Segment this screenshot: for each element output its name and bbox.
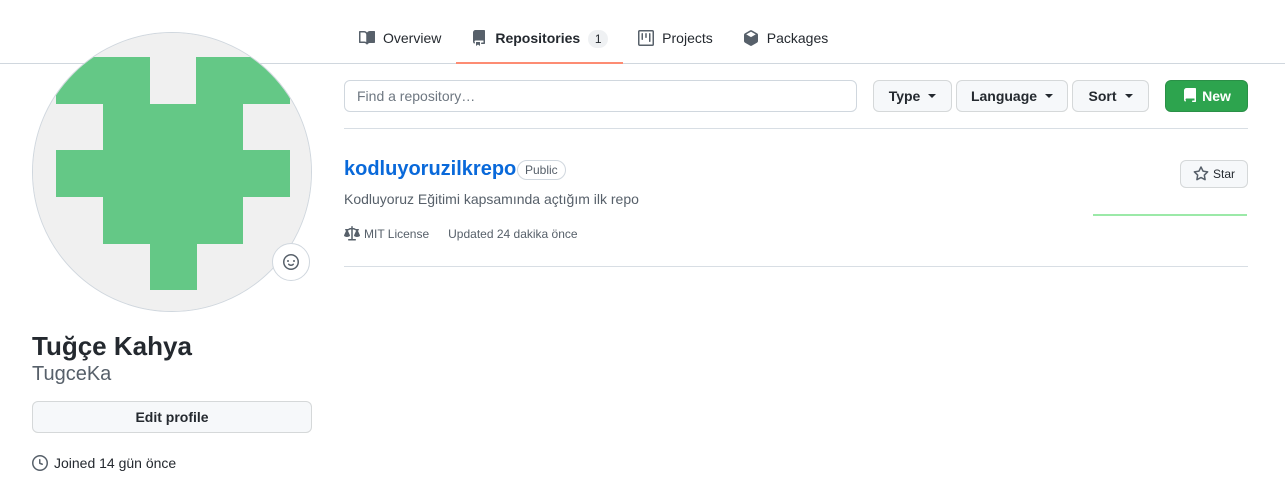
avatar[interactable] [32, 32, 312, 312]
profile-fullname: Tuğçe Kahya [32, 331, 192, 361]
repo-icon [473, 30, 486, 46]
new-repo-button[interactable]: New [1165, 80, 1248, 112]
joined-label: Joined 14 gün önce [54, 455, 177, 471]
star-label: Star [1212, 167, 1235, 181]
tab-overview[interactable]: Overview [344, 14, 456, 63]
type-filter-label: Type [888, 88, 921, 104]
project-icon [638, 30, 655, 46]
book-icon [359, 30, 375, 45]
sort-label: Sort [1088, 88, 1117, 104]
updated-label: Updated 24 dakika önce [448, 227, 578, 241]
divider [344, 266, 1248, 267]
package-icon [743, 30, 758, 46]
repo-count-badge: 1 [588, 30, 609, 48]
joined-date: Joined 14 gün önce [32, 455, 176, 471]
chevron-down-icon [1124, 94, 1133, 98]
profile-username: TugceKa [32, 363, 112, 385]
tab-list: Overview Repositories 1 Projects Package… [344, 14, 843, 64]
repo-description: Kodluyoruz Eğitimi kapsamında açtığım il… [344, 191, 639, 207]
divider [344, 128, 1248, 129]
star-button[interactable]: Star [1180, 160, 1248, 188]
activity-sparkline [1093, 214, 1247, 216]
repo-meta: MIT License Updated 24 dakika önce [344, 226, 578, 242]
type-filter-button[interactable]: Type [873, 80, 952, 112]
sort-button[interactable]: Sort [1072, 80, 1149, 112]
chevron-down-icon [1045, 94, 1054, 98]
license-label: MIT License [364, 227, 430, 241]
law-icon [344, 226, 360, 241]
repo-name-link[interactable]: kodluyoruzilkrepo [344, 157, 516, 181]
tab-packages[interactable]: Packages [728, 14, 843, 63]
tab-projects[interactable]: Projects [623, 14, 728, 63]
tab-repositories[interactable]: Repositories 1 [456, 14, 623, 64]
tab-overview-label: Overview [383, 30, 442, 46]
tab-projects-label: Projects [662, 30, 713, 46]
clock-icon [32, 455, 48, 471]
repo-search-input[interactable] [344, 80, 857, 112]
edit-profile-button[interactable]: Edit profile [32, 401, 312, 433]
star-icon [1193, 166, 1209, 181]
language-filter-button[interactable]: Language [956, 80, 1068, 112]
identicon-image [33, 33, 311, 311]
new-repo-label: New [1202, 88, 1231, 104]
tab-packages-label: Packages [766, 30, 829, 46]
set-status-button[interactable] [272, 243, 310, 281]
chevron-down-icon [928, 94, 937, 98]
tab-repositories-label: Repositories [495, 30, 581, 46]
repo-icon [1184, 88, 1197, 102]
visibility-badge: Public [517, 160, 566, 180]
language-filter-label: Language [970, 88, 1038, 104]
smiley-icon [283, 254, 299, 270]
